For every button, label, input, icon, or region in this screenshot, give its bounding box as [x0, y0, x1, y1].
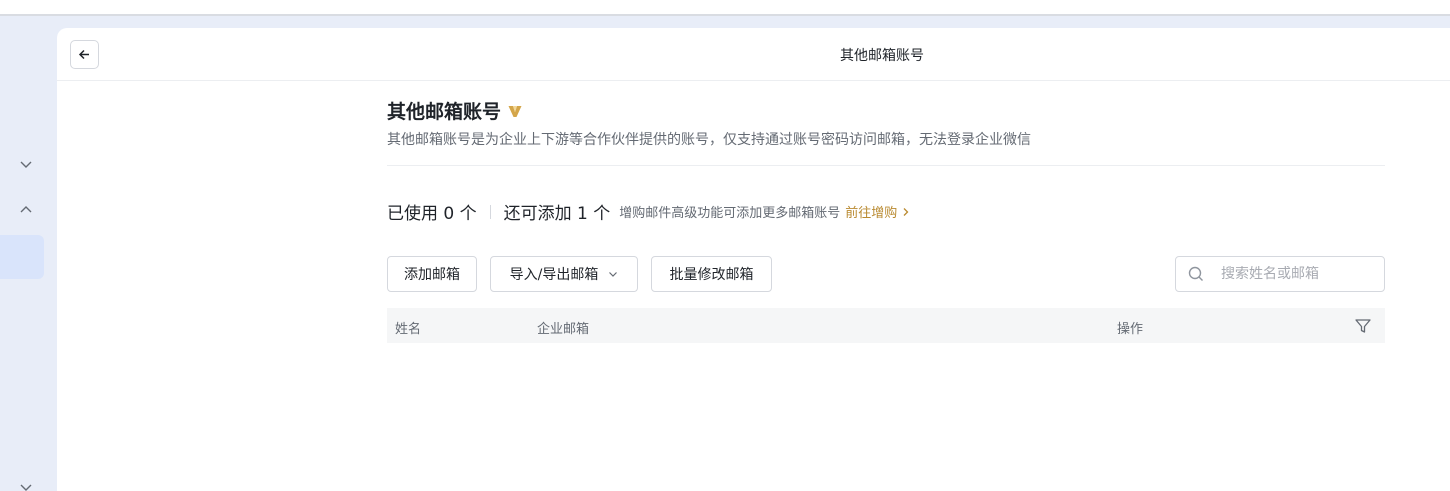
table-header: 姓名 企业邮箱 操作: [387, 308, 1385, 343]
header-title: 其他邮箱账号: [840, 48, 924, 64]
column-name: 姓名: [395, 322, 422, 337]
add-mailbox-button[interactable]: 添加邮箱: [387, 256, 477, 292]
used-count: 已使用 0 个: [387, 204, 477, 224]
browser-top-strip: [0, 0, 1450, 16]
batch-edit-button[interactable]: 批量修改邮箱: [651, 256, 772, 292]
divider: [387, 165, 1385, 166]
chevron-down-icon: [20, 484, 32, 491]
chevron-up-icon: [20, 206, 32, 213]
search-box[interactable]: [1175, 256, 1385, 292]
chevron-down-icon: [609, 272, 618, 277]
import-export-dropdown[interactable]: 导入/导出邮箱: [490, 256, 638, 292]
chevron-down-icon: [20, 161, 32, 168]
filter-icon[interactable]: [1354, 317, 1372, 335]
usage-row: 已使用 0 个 还可添加 1 个 增购邮件高级功能可添加更多邮箱账号 前往增购: [387, 199, 911, 224]
add-mailbox-label: 添加邮箱: [404, 267, 460, 283]
rail-active-item[interactable]: [0, 235, 44, 279]
upgrade-link-label: 前往增购: [845, 206, 898, 221]
arrow-left-icon: [78, 49, 89, 60]
panel-header: 其他邮箱账号: [57, 28, 1450, 81]
main-panel: 其他邮箱账号 其他邮箱账号 其他邮箱账号是为企业上下游等合作伙伴提供的账号，仅支…: [57, 28, 1450, 491]
rail-expand-button[interactable]: [12, 150, 40, 178]
usage-separator: [489, 204, 491, 219]
column-email: 企业邮箱: [537, 322, 590, 337]
batch-edit-label: 批量修改邮箱: [669, 267, 754, 283]
page-description: 其他邮箱账号是为企业上下游等合作伙伴提供的账号，仅支持通过账号密码访问邮箱，无法…: [387, 132, 1031, 148]
search-icon: [1188, 266, 1203, 281]
rail-expand-button-bottom[interactable]: [12, 473, 40, 491]
upgrade-link[interactable]: 前往增购: [845, 202, 911, 221]
search-input[interactable]: [1221, 266, 1371, 282]
remaining-count: 还可添加 1 个: [503, 204, 611, 224]
page-title: 其他邮箱账号: [387, 101, 502, 123]
back-button[interactable]: [70, 40, 99, 69]
left-rail: [0, 16, 57, 491]
vip-badge-icon: [508, 104, 522, 118]
upgrade-tip: 增购邮件高级功能可添加更多邮箱账号: [619, 206, 841, 221]
column-actions: 操作: [1117, 322, 1144, 337]
chevron-right-icon: [903, 207, 909, 216]
import-export-label: 导入/导出邮箱: [509, 267, 599, 283]
rail-collapse-button[interactable]: [12, 196, 40, 224]
page-title-row: 其他邮箱账号: [387, 97, 522, 124]
